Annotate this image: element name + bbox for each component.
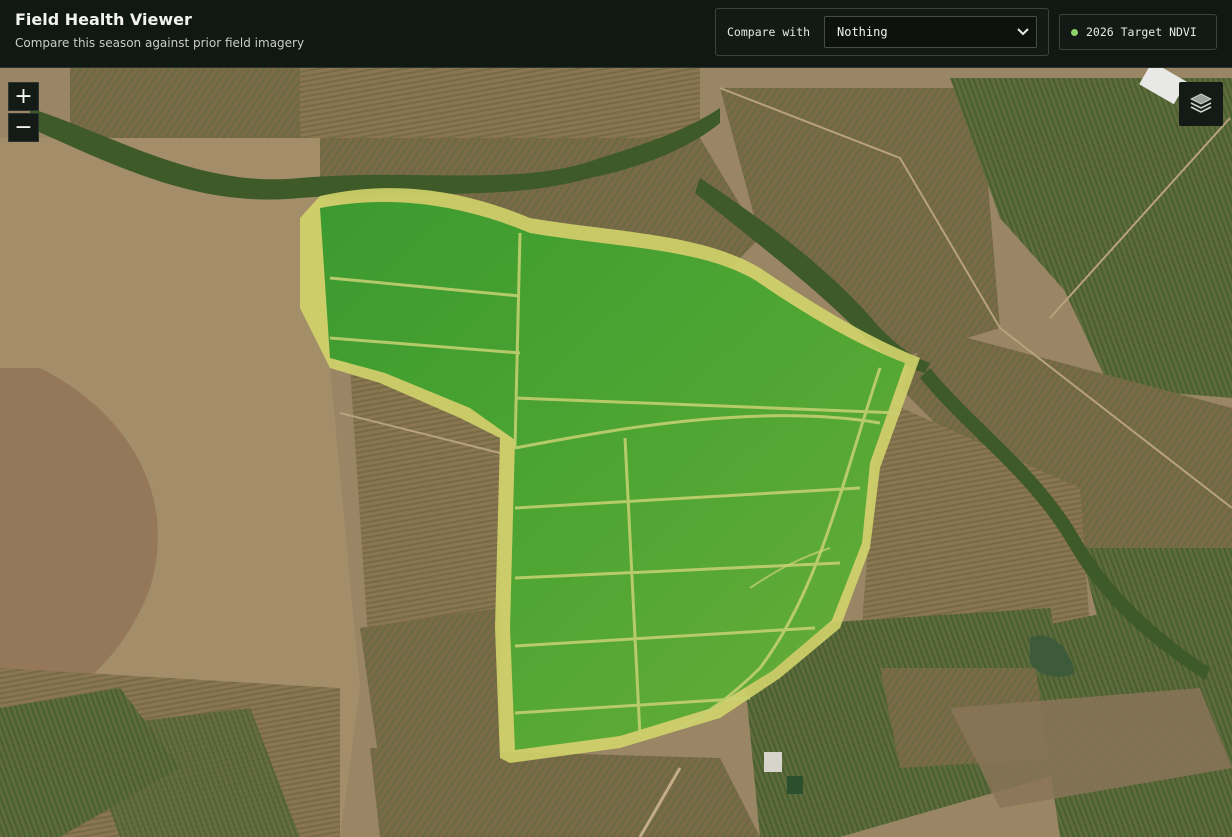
compare-select-value: Nothing — [837, 25, 888, 39]
compare-label: Compare with — [727, 25, 811, 39]
satellite-imagery — [0, 68, 1232, 837]
zoom-in-button[interactable]: + — [8, 82, 39, 111]
layers-icon — [1190, 93, 1212, 113]
status-dot — [1071, 29, 1078, 36]
zoom-controls: + − — [8, 82, 39, 142]
compare-control: Compare with Nothing — [715, 8, 1049, 56]
page-subtitle: Compare this season against prior field … — [15, 36, 305, 50]
page-title: Field Health Viewer — [15, 10, 192, 29]
app-header: Field Health Viewer Compare this season … — [0, 0, 1232, 68]
target-ndvi-toggle[interactable]: 2026 Target NDVI — [1059, 14, 1217, 50]
compare-select[interactable]: Nothing — [824, 16, 1037, 48]
chevron-down-icon — [1017, 28, 1029, 36]
zoom-out-button[interactable]: − — [8, 113, 39, 142]
layers-button[interactable] — [1179, 82, 1223, 126]
map-canvas[interactable] — [0, 68, 1232, 837]
target-ndvi-label: 2026 Target NDVI — [1086, 25, 1197, 39]
